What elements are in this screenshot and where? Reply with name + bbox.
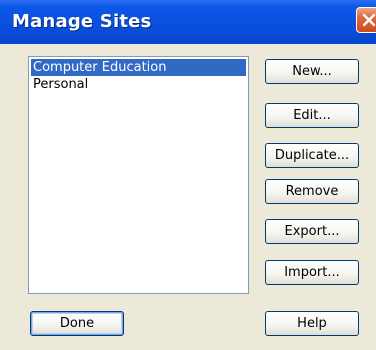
- dialog-client-area: Computer Education Personal New... Edit.…: [0, 44, 376, 350]
- import-button[interactable]: Import...: [265, 260, 359, 285]
- sites-list[interactable]: Computer Education Personal: [28, 56, 249, 294]
- list-item-personal[interactable]: Personal: [31, 76, 246, 93]
- manage-sites-dialog: Manage Sites Computer Education Personal…: [0, 0, 376, 350]
- window-title: Manage Sites: [12, 11, 152, 32]
- edit-button[interactable]: Edit...: [265, 103, 359, 128]
- done-button[interactable]: Done: [30, 311, 124, 336]
- close-icon: [362, 13, 376, 27]
- duplicate-button[interactable]: Duplicate...: [265, 143, 359, 168]
- new-button[interactable]: New...: [265, 59, 359, 84]
- export-button[interactable]: Export...: [265, 219, 359, 244]
- close-button[interactable]: [356, 7, 376, 33]
- help-button[interactable]: Help: [265, 311, 359, 336]
- list-item-computer-education[interactable]: Computer Education: [31, 59, 246, 76]
- remove-button[interactable]: Remove: [265, 179, 359, 204]
